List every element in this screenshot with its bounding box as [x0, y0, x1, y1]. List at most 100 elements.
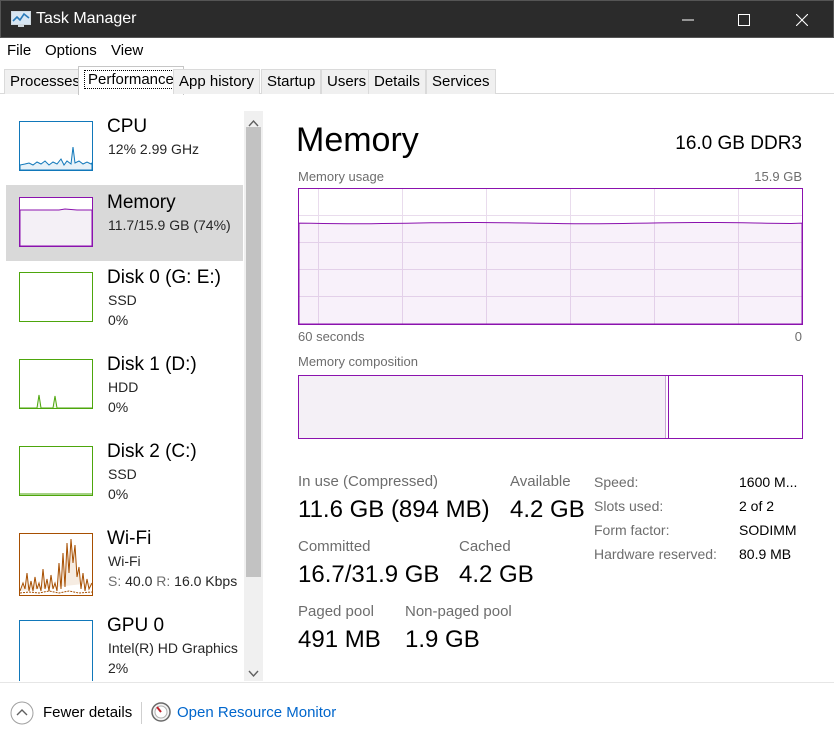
- sidebar-item-gpu0[interactable]: GPU 0 Intel(R) HD Graphics 2%: [6, 608, 243, 681]
- hardware-reserved-value: 80.9 MB: [739, 546, 792, 562]
- sidebar-item-title: Disk 2 (C:): [107, 441, 197, 462]
- sidebar-item-disk1[interactable]: Disk 1 (D:) HDD 0%: [6, 347, 243, 423]
- scroll-down-icon[interactable]: [248, 665, 259, 681]
- slots-used-label: Slots used:: [594, 498, 664, 514]
- send-label: S:: [108, 573, 122, 589]
- memory-usage-graph: [298, 188, 803, 325]
- usage-area: [298, 222, 803, 325]
- tab-label: Services: [432, 73, 490, 90]
- memory-thumbnail-graph: [19, 197, 93, 247]
- receive-value: 16.0 Kbps: [174, 573, 238, 589]
- sidebar-scrollbar[interactable]: [244, 111, 263, 681]
- usage-graph-label: Memory usage: [298, 169, 384, 184]
- paged-pool-label: Paged pool: [298, 603, 374, 620]
- fewer-details-button[interactable]: Fewer details: [43, 704, 132, 721]
- sidebar-item-wifi[interactable]: Wi-Fi Wi-Fi S: 40.0 R: 16.0 Kbps: [6, 521, 243, 597]
- tab-label: Users: [327, 73, 367, 90]
- committed-label: Committed: [298, 538, 371, 555]
- speed-label: Speed:: [594, 474, 639, 490]
- sidebar-item-title: Memory: [107, 192, 176, 213]
- tab-startup[interactable]: Startup: [261, 69, 322, 94]
- tab-label: Processes: [10, 73, 81, 90]
- composition-label: Memory composition: [298, 354, 418, 369]
- in-use-label: In use (Compressed): [298, 473, 439, 490]
- sidebar-item-title: Disk 1 (D:): [107, 354, 197, 375]
- disk2-thumbnail-graph: [19, 446, 93, 496]
- send-value: 40.0: [125, 573, 153, 589]
- sidebar-item-disk0[interactable]: Disk 0 (G: E:) SSD 0%: [6, 260, 243, 336]
- tab-performance[interactable]: Performance: [78, 66, 184, 95]
- tab-label: App history: [179, 73, 255, 90]
- cpu-thumbnail-graph: [19, 121, 93, 171]
- gpu-thumbnail-graph: [19, 620, 93, 681]
- tab-users[interactable]: Users: [321, 69, 373, 94]
- sidebar-item-cpu[interactable]: CPU 12% 2.99 GHz: [6, 109, 243, 185]
- sidebar-item-type: SSD: [108, 466, 137, 482]
- footer-divider: [141, 702, 142, 724]
- cached-value: 4.2 GB: [459, 561, 534, 588]
- memory-detail-panel: Memory 16.0 GB DDR3 Memory usage 15.9 GB…: [266, 95, 834, 681]
- disk0-thumbnail-graph: [19, 272, 93, 322]
- tab-app-history[interactable]: App history: [173, 69, 261, 94]
- non-paged-pool-label: Non-paged pool: [405, 603, 512, 620]
- title-bar: Task Manager: [0, 0, 834, 38]
- non-paged-pool-value: 1.9 GB: [405, 626, 480, 653]
- menu-bar: File Options View: [0, 38, 834, 64]
- hardware-reserved-label: Hardware reserved:: [594, 546, 717, 562]
- memory-spec: 16.0 GB DDR3: [675, 133, 802, 154]
- tab-label: Startup: [267, 73, 316, 90]
- time-axis-end: 0: [794, 329, 802, 344]
- receive-label: R:: [156, 573, 171, 589]
- task-manager-icon: [11, 11, 31, 27]
- sidebar-item-detail: 0%: [108, 312, 129, 328]
- time-axis-start: 60 seconds: [298, 329, 365, 344]
- in-use-value: 11.6 GB (894 MB): [298, 496, 490, 523]
- sidebar-item-detail: 11.7/15.9 GB (74%): [108, 217, 231, 233]
- sidebar-item-type: SSD: [108, 292, 137, 308]
- sidebar-item-memory[interactable]: Memory 11.7/15.9 GB (74%): [6, 185, 243, 261]
- form-factor-label: Form factor:: [594, 522, 670, 538]
- minimize-button[interactable]: [665, 1, 711, 38]
- disk1-thumbnail-graph: [19, 359, 93, 409]
- close-button[interactable]: [779, 1, 825, 38]
- available-label: Available: [510, 473, 571, 490]
- footer-bar: Fewer details Open Resource Monitor: [0, 682, 834, 742]
- menu-file[interactable]: File: [7, 42, 31, 59]
- sidebar-item-disk2[interactable]: Disk 2 (C:) SSD 0%: [6, 434, 243, 510]
- tab-processes[interactable]: Processes: [4, 69, 87, 94]
- wifi-thumbnail-graph: [19, 533, 93, 597]
- tab-details[interactable]: Details: [368, 69, 426, 94]
- sidebar-item-detail: S: 40.0 R: 16.0 Kbps: [108, 573, 237, 589]
- sidebar-item-type: Wi-Fi: [108, 553, 141, 569]
- collapse-up-icon[interactable]: [10, 701, 34, 730]
- tab-strip: Processes Performance App history Startu…: [0, 64, 834, 95]
- sidebar-item-title: Wi-Fi: [107, 528, 152, 549]
- resource-sidebar: CPU 12% 2.99 GHz Memory 11.7/15.9 GB (74…: [0, 95, 266, 681]
- resource-monitor-icon: [151, 702, 171, 727]
- tab-services[interactable]: Services: [426, 69, 496, 94]
- cached-label: Cached: [459, 538, 511, 555]
- sidebar-item-detail: 0%: [108, 399, 129, 415]
- available-value: 4.2 GB: [510, 496, 585, 523]
- sidebar-item-title: Disk 0 (G: E:): [107, 267, 222, 288]
- sidebar-item-title: CPU: [107, 116, 148, 137]
- sidebar-item-type: Intel(R) HD Graphics: [108, 640, 238, 656]
- scrollbar-thumb[interactable]: [246, 127, 261, 577]
- open-resource-monitor-link[interactable]: Open Resource Monitor: [177, 704, 336, 721]
- sidebar-item-title: GPU 0: [107, 615, 165, 636]
- window-title: Task Manager: [36, 10, 137, 27]
- maximize-button[interactable]: [721, 1, 767, 38]
- slots-used-value: 2 of 2: [739, 498, 775, 514]
- menu-options[interactable]: Options: [45, 42, 97, 59]
- committed-value: 16.7/31.9 GB: [298, 561, 440, 588]
- usage-graph-max: 15.9 GB: [754, 169, 802, 184]
- menu-view[interactable]: View: [111, 42, 143, 59]
- form-factor-value: SODIMM: [739, 522, 797, 538]
- sidebar-item-detail: 0%: [108, 486, 129, 502]
- speed-value: 1600 M...: [739, 474, 798, 490]
- sidebar-item-detail: 12% 2.99 GHz: [108, 141, 200, 157]
- memory-composition-bar: [298, 375, 803, 439]
- paged-pool-value: 491 MB: [298, 626, 381, 653]
- page-title: Memory: [296, 121, 419, 159]
- composition-in-use: [299, 376, 666, 438]
